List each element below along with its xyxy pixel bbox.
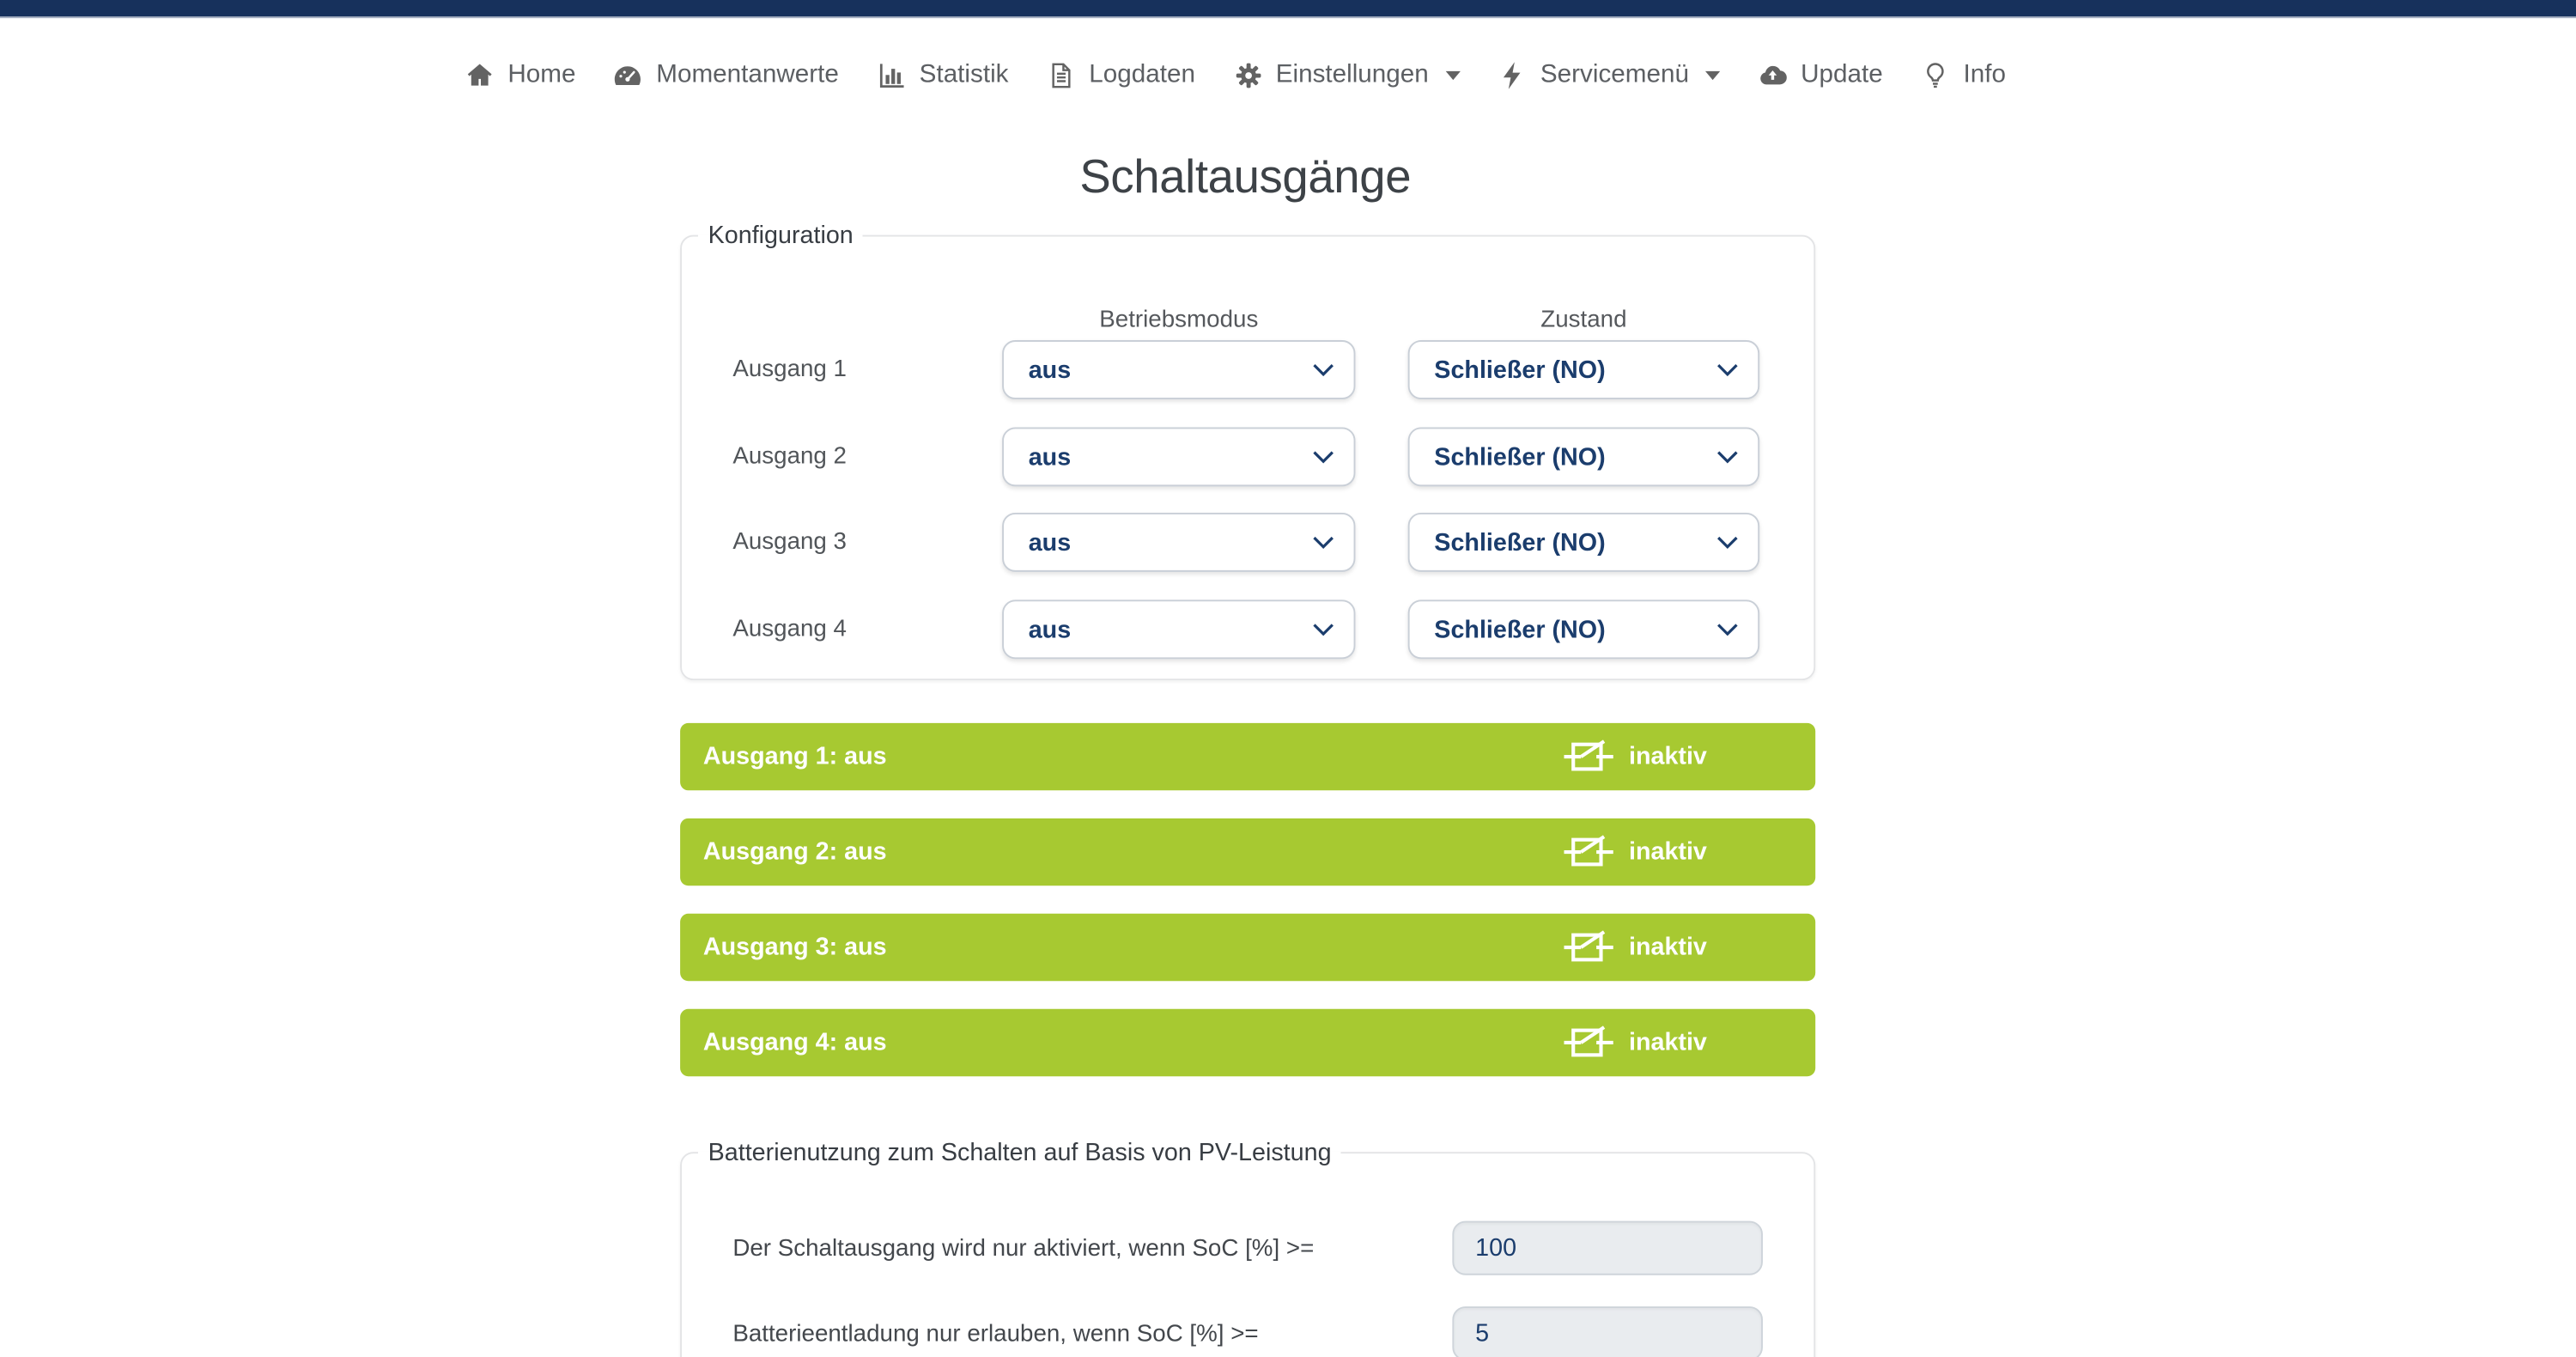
open-switch-icon [1564,738,1613,776]
nav-label: Einstellungen [1276,63,1429,88]
status-bar-state-group: inaktiv [1564,928,1792,966]
zustand-select-3[interactable]: Schließer (NO) [1408,513,1759,572]
output-label: Ausgang 4 [732,616,847,642]
status-bars: Ausgang 1: aus inaktiv Ausgang 2: aus in… [680,723,1815,1104]
nav-item-momentanwerte[interactable]: Momentanwerte [614,61,839,90]
betriebsmodus-select-wrap: aus [1002,599,1355,659]
konfiguration-fieldset: Konfiguration Betriebsmodus Zustand Ausg… [680,222,1815,680]
nav-item-info[interactable]: Info [1921,61,2006,90]
battery-row-label: Der Schaltausgang wird nur aktiviert, we… [732,1235,1314,1262]
config-row-ausgang-4: Ausgang 4 aus Schließer (NO) [682,599,1814,659]
battery-legend: Batterienutzung zum Schalten auf Basis v… [698,1139,1341,1167]
battery-fieldset: Batterienutzung zum Schalten auf Basis v… [680,1139,1815,1357]
column-header-betriebsmodus: Betriebsmodus [1002,307,1355,334]
output-label: Ausgang 3 [732,529,847,556]
zustand-select-2[interactable]: Schließer (NO) [1408,427,1759,486]
zustand-select-wrap: Schließer (NO) [1408,427,1759,486]
status-bar-label: Ausgang 3: aus [703,934,887,962]
nav-label: Momentanwerte [656,63,839,88]
nav-item-home[interactable]: Home [465,61,576,90]
nav-label: Statistik [920,63,1009,88]
bolt-icon [1498,61,1527,90]
betriebsmodus-select-4[interactable]: aus [1002,599,1355,659]
battery-row-soc-discharge: Batterieentladung nur erlauben, wenn SoC… [682,1306,1814,1357]
output-label: Ausgang 1 [732,356,847,383]
status-bar-ausgang-3: Ausgang 3: aus inaktiv [680,914,1815,981]
zustand-select-wrap: Schließer (NO) [1408,599,1759,659]
battery-row-label: Batterieentladung nur erlauben, wenn SoC… [732,1320,1258,1347]
betriebsmodus-select-2[interactable]: aus [1002,427,1355,486]
betriebsmodus-select-wrap: aus [1002,427,1355,486]
tachometer-icon [614,61,643,90]
open-switch-icon [1564,928,1613,966]
battery-row-soc-activate: Der Schaltausgang wird nur aktiviert, we… [682,1221,1814,1275]
betriebsmodus-select-3[interactable]: aus [1002,513,1355,572]
caret-down-icon [1705,70,1720,80]
output-label: Ausgang 2 [732,444,847,471]
status-bar-label: Ausgang 1: aus [703,743,887,771]
bar-chart-icon [877,61,906,90]
nav-label: Servicemenü [1540,63,1689,88]
betriebsmodus-select-1[interactable]: aus [1002,340,1355,399]
nav-label: Home [507,63,575,88]
document-icon [1047,61,1076,90]
column-header-zustand: Zustand [1408,307,1759,334]
zustand-select-4[interactable]: Schließer (NO) [1408,599,1759,659]
page: Home Momentanwerte Statistik Logdaten Ei… [0,0,2576,1357]
zustand-select-1[interactable]: Schließer (NO) [1408,340,1759,399]
betriebsmodus-select-wrap: aus [1002,513,1355,572]
nav-item-update[interactable]: Update [1758,61,1882,90]
status-bar-state-group: inaktiv [1564,738,1792,776]
cloud-upload-icon [1758,61,1787,90]
status-bar-state-group: inaktiv [1564,1024,1792,1062]
status-bar-state: inaktiv [1629,743,1707,771]
caret-down-icon [1445,70,1460,80]
open-switch-icon [1564,1024,1613,1062]
nav-label: Info [1963,63,2005,88]
soc-activate-input[interactable] [1452,1221,1763,1275]
status-bar-state: inaktiv [1629,1029,1707,1057]
status-bar-label: Ausgang 2: aus [703,838,887,867]
nav-item-statistik[interactable]: Statistik [877,61,1009,90]
soc-discharge-input[interactable] [1452,1306,1763,1357]
page-title: Schaltausgänge [0,151,2533,205]
nav-item-logdaten[interactable]: Logdaten [1047,61,1195,90]
config-row-ausgang-1: Ausgang 1 aus Schließer (NO) [682,340,1814,399]
zustand-select-wrap: Schließer (NO) [1408,513,1759,572]
config-row-ausgang-3: Ausgang 3 aus Schließer (NO) [682,513,1814,572]
nav-item-servicemenu[interactable]: Servicemenü [1498,61,1720,90]
status-bar-ausgang-2: Ausgang 2: aus inaktiv [680,818,1815,885]
zustand-select-wrap: Schließer (NO) [1408,340,1759,399]
top-bar [0,0,2576,18]
status-bar-state: inaktiv [1629,934,1707,962]
status-bar-ausgang-4: Ausgang 4: aus inaktiv [680,1009,1815,1076]
nav-label: Logdaten [1089,63,1195,88]
gear-icon [1233,61,1262,90]
nav-label: Update [1801,63,1883,88]
status-bar-label: Ausgang 4: aus [703,1029,887,1057]
status-bar-state-group: inaktiv [1564,833,1792,871]
home-icon [465,61,495,90]
nav-item-einstellungen[interactable]: Einstellungen [1233,61,1460,90]
status-bar-ausgang-1: Ausgang 1: aus inaktiv [680,723,1815,790]
konfiguration-legend: Konfiguration [698,222,863,250]
config-row-ausgang-2: Ausgang 2 aus Schließer (NO) [682,427,1814,486]
main-nav: Home Momentanwerte Statistik Logdaten Ei… [0,46,2524,106]
status-bar-state: inaktiv [1629,838,1707,867]
open-switch-icon [1564,833,1613,871]
betriebsmodus-select-wrap: aus [1002,340,1355,399]
lightbulb-icon [1921,61,1950,90]
